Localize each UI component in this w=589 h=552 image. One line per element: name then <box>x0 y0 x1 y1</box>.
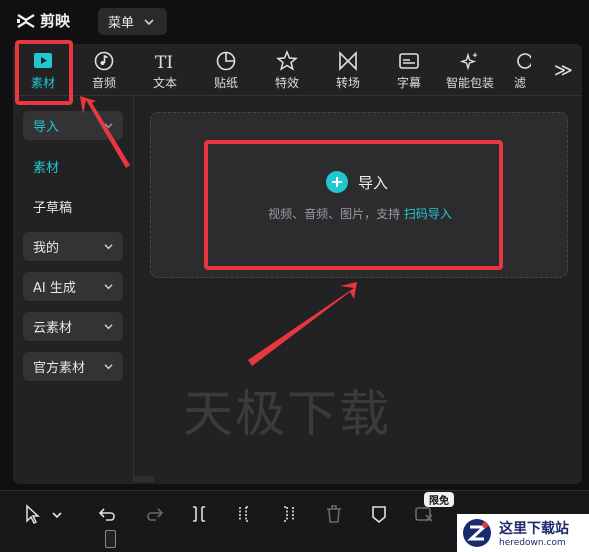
site-name-cn: 这里下载站 <box>499 521 569 537</box>
sidebar-item-label: 导入 <box>33 120 60 135</box>
trim-right-icon[interactable] <box>278 503 300 525</box>
site-watermark: 这里下载站 heredown.com <box>457 514 589 552</box>
music-note-icon <box>94 51 114 71</box>
redo-icon[interactable] <box>143 503 165 525</box>
tab-label: 滤 <box>513 76 526 90</box>
watermark-text: 天极下载 <box>183 385 391 443</box>
svg-text:TI: TI <box>155 53 173 72</box>
filter-icon <box>517 53 531 69</box>
chevron-down-icon <box>104 324 113 330</box>
chevron-down-icon <box>104 284 113 290</box>
split-icon[interactable] <box>188 503 210 525</box>
import-hint: 视频、音频、图片，支持 扫码导入 <box>151 205 569 222</box>
tab-captions[interactable]: 字幕 <box>380 50 438 94</box>
cursor-select-icon[interactable] <box>22 503 44 525</box>
import-button[interactable]: 导入 <box>326 171 388 193</box>
hint-text: 视频、音频、图片，支持 <box>268 207 404 221</box>
chevron-down-icon[interactable] <box>50 503 64 525</box>
sparkle-icon <box>459 52 478 71</box>
chevron-down-icon <box>104 364 113 370</box>
tab-label: 特效 <box>274 76 299 90</box>
tab-label: 贴纸 <box>213 76 238 90</box>
sidebar-item-media[interactable]: 素材 <box>23 152 123 181</box>
chevron-down-icon <box>144 18 154 25</box>
sidebar-item-label: AI 生成 <box>33 281 76 296</box>
site-text: 这里下载站 heredown.com <box>499 518 569 548</box>
sidebar-item-label: 素材 <box>33 161 60 176</box>
sidebar-item-mine[interactable]: 我的 <box>23 232 123 261</box>
tab-text[interactable]: TI 文本 <box>136 50 194 94</box>
toolbar: 素材 音频 TI 文本 贴纸 特效 转场 字幕 智能包装 滤 ≫ <box>13 44 582 96</box>
timeline-marker[interactable] <box>105 530 116 548</box>
tab-audio[interactable]: 音频 <box>75 50 133 94</box>
play-icon <box>34 53 52 68</box>
menu-label: 菜单 <box>108 16 135 31</box>
chevron-down-icon <box>104 123 113 129</box>
menu-button[interactable]: 菜单 <box>98 8 167 35</box>
tab-media[interactable]: 素材 <box>14 50 72 94</box>
site-name-en: heredown.com <box>499 538 566 548</box>
more-tabs-button[interactable]: ≫ <box>554 60 576 81</box>
media-panel: 素材 音频 TI 文本 贴纸 特效 转场 字幕 智能包装 滤 ≫ 导入 素材 子… <box>13 44 582 484</box>
tab-smart-pack[interactable]: 智能包装 <box>441 50 499 94</box>
title-bar: 剪映 菜单 <box>0 0 589 44</box>
site-logo-icon <box>463 519 491 547</box>
import-label: 导入 <box>358 173 389 192</box>
tab-label: 字幕 <box>396 76 421 90</box>
marker-icon[interactable] <box>368 503 390 525</box>
sidebar-item-ai-generate[interactable]: AI 生成 <box>23 272 123 301</box>
app-title: 剪映 <box>40 12 71 30</box>
tab-label: 智能包装 <box>445 76 494 90</box>
sticker-icon <box>216 51 236 71</box>
tab-label: 文本 <box>152 76 177 90</box>
transition-icon <box>339 51 357 71</box>
delete-icon[interactable] <box>323 503 345 525</box>
tab-sticker[interactable]: 贴纸 <box>197 50 255 94</box>
tab-label: 转场 <box>335 76 360 90</box>
star-icon <box>276 50 298 71</box>
sidebar-item-import[interactable]: 导入 <box>23 111 123 140</box>
scrollbar[interactable] <box>134 476 154 482</box>
caption-icon <box>399 53 419 69</box>
sidebar-item-label: 我的 <box>33 241 60 256</box>
capcut-logo-icon <box>17 13 35 28</box>
tab-label: 音频 <box>91 76 116 90</box>
undo-icon[interactable] <box>97 503 119 525</box>
sidebar-item-subdraft[interactable]: 子草稿 <box>23 192 123 221</box>
sidebar-item-label: 云素材 <box>33 321 73 336</box>
import-dropzone[interactable]: 导入 视频、音频、图片，支持 扫码导入 <box>150 112 568 278</box>
tab-filter[interactable]: 滤 <box>502 50 538 94</box>
tab-transition[interactable]: 转场 <box>319 50 377 94</box>
sidebar-item-official[interactable]: 官方素材 <box>23 352 123 381</box>
text-icon: TI <box>155 53 173 72</box>
chevron-down-icon <box>104 244 113 250</box>
double-chevron-right-icon: ≫ <box>554 60 573 81</box>
sidebar-item-label: 官方素材 <box>33 361 86 376</box>
sidebar-item-label: 子草稿 <box>33 201 73 216</box>
tab-label: 素材 <box>30 76 55 90</box>
sidebar: 导入 素材 子草稿 我的 AI 生成 云素材 官方素材 <box>13 96 134 484</box>
sidebar-item-cloud[interactable]: 云素材 <box>23 312 123 341</box>
free-badge: 限免 <box>424 492 454 507</box>
plus-icon <box>326 171 348 193</box>
scan-import-link[interactable]: 扫码导入 <box>404 207 452 221</box>
tab-effects[interactable]: 特效 <box>258 50 316 94</box>
trim-left-icon[interactable] <box>233 503 255 525</box>
app-logo: 剪映 <box>16 10 70 31</box>
